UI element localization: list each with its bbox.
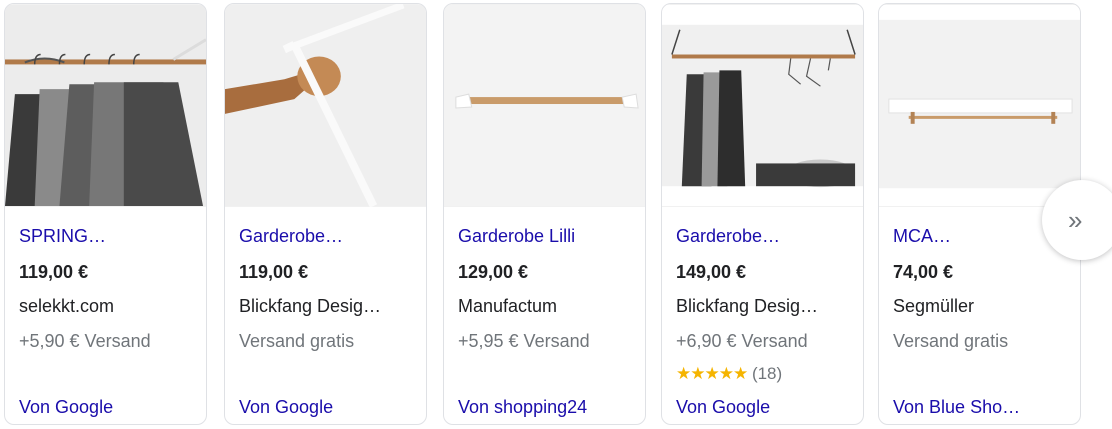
chevron-double-right-icon: »: [1068, 205, 1083, 235]
clothes-rail-with-shirts-image: [5, 5, 206, 206]
next-button[interactable]: »: [1042, 180, 1112, 260]
shipping-info: +6,90 € Versand: [676, 331, 808, 351]
product-price: 119,00 €: [239, 262, 309, 282]
product-image[interactable]: [444, 4, 645, 207]
product-title[interactable]: Garderobe Lilli: [458, 226, 637, 247]
shipping-info: +5,95 € Versand: [458, 331, 590, 351]
product-card[interactable]: SPRING… 119,00 € selekkt.com +5,90 € Ver…: [4, 3, 207, 425]
merchant-name: selekkt.com: [19, 296, 115, 316]
product-title[interactable]: Garderobe…: [676, 226, 855, 247]
wooden-rail-image: [444, 5, 645, 206]
product-image[interactable]: [225, 4, 426, 207]
product-card[interactable]: Garderobe… 119,00 € Blickfang Desig… Ver…: [224, 3, 427, 425]
merchant-name: Blickfang Desig…: [239, 296, 382, 316]
product-card[interactable]: Garderobe… 149,00 € Blickfang Desig… +6,…: [661, 3, 864, 425]
rating-count: (18): [751, 364, 783, 383]
merchant-name: Segmüller: [893, 296, 975, 316]
rating: ★★★★★ (18): [676, 364, 782, 384]
source-link[interactable]: Von Google: [19, 397, 198, 418]
shipping-info: Versand gratis: [239, 331, 355, 351]
product-price: 74,00 €: [893, 262, 954, 282]
source-link[interactable]: Von Blue Sho…: [893, 397, 1072, 418]
product-image[interactable]: [662, 4, 863, 207]
shipping-info: Versand gratis: [893, 331, 1009, 351]
source-link[interactable]: Von shopping24: [458, 397, 637, 418]
product-carousel: SPRING… 119,00 € selekkt.com +5,90 € Ver…: [0, 0, 1112, 429]
shipping-info: +5,90 € Versand: [19, 331, 151, 351]
product-title[interactable]: SPRING…: [19, 226, 198, 247]
merchant-name: Blickfang Desig…: [676, 296, 819, 316]
product-title[interactable]: Garderobe…: [239, 226, 418, 247]
product-price: 129,00 €: [458, 262, 529, 282]
source-link[interactable]: Von Google: [239, 397, 418, 418]
product-image[interactable]: [879, 4, 1080, 207]
product-price: 149,00 €: [676, 262, 747, 282]
product-price: 119,00 €: [19, 262, 89, 282]
source-link[interactable]: Von Google: [676, 397, 855, 418]
wall-shelf-with-rail-image: [879, 5, 1080, 206]
wall-rail-with-clothes-image: [662, 5, 863, 206]
star-rating-icon: ★★★★★: [676, 364, 748, 383]
product-image[interactable]: [5, 4, 206, 207]
wooden-rod-closeup-image: [225, 4, 426, 207]
merchant-name: Manufactum: [458, 296, 558, 316]
product-card[interactable]: Garderobe Lilli 129,00 € Manufactum +5,9…: [443, 3, 646, 425]
